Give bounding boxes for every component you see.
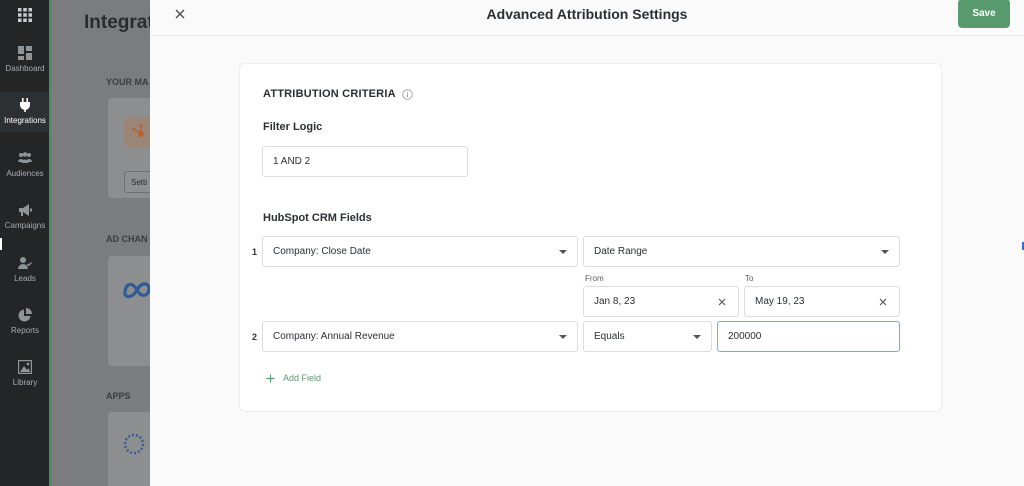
section-title-text: ATTRIBUTION CRITERIA (263, 88, 396, 100)
nav-label: Reports (10, 326, 39, 335)
to-label: To (745, 274, 754, 283)
operator-select[interactable]: Date Range (583, 236, 900, 267)
app-logo-icon (122, 432, 146, 461)
filter-logic-input[interactable]: 1 AND 2 (262, 146, 468, 177)
to-date-input[interactable]: May 19, 23 (744, 286, 900, 317)
section-title: ATTRIBUTION CRITERIA (263, 88, 413, 100)
left-nav: Dashboard Integrations Audiences Campaig… (0, 0, 50, 486)
value-input[interactable]: 200000 (717, 321, 900, 352)
nav-item-dashboard[interactable]: Dashboard (0, 46, 50, 82)
section-heading: AD CHAN (106, 234, 148, 244)
hubspot-logo-icon (124, 117, 151, 147)
nav-item-leads[interactable]: Leads (0, 256, 50, 292)
chevron-down-icon (881, 250, 889, 254)
attribution-settings-panel: Advanced Attribution Settings Save ATTRI… (150, 0, 1024, 486)
nav-label: Campaigns (4, 221, 46, 230)
plug-icon (20, 98, 30, 112)
panel-title: Advanced Attribution Settings (486, 6, 688, 22)
chevron-down-icon (693, 335, 701, 339)
section-heading: YOUR MA (106, 77, 149, 87)
select-value: Company: Close Date (273, 246, 371, 257)
from-date-value: Jan 8, 23 (594, 296, 636, 307)
select-value: Date Range (594, 246, 648, 257)
nav-item-reports[interactable]: Reports (0, 308, 50, 344)
filter-logic-label: Filter Logic (263, 121, 323, 133)
add-field-button[interactable]: Add Field (266, 373, 321, 383)
meta-logo-icon (122, 279, 151, 304)
image-icon (18, 360, 32, 374)
value-text: 200000 (728, 331, 762, 342)
row-number: 2 (252, 332, 258, 342)
crm-fields-label: HubSpot CRM Fields (263, 212, 372, 224)
clear-icon[interactable] (716, 296, 728, 308)
plus-icon (266, 374, 275, 382)
apps-grid-icon[interactable] (0, 0, 50, 30)
crm-field-select[interactable]: Company: Annual Revenue (262, 321, 578, 352)
nav-label: Dashboard (5, 64, 45, 73)
leads-icon (18, 257, 32, 269)
pie-chart-icon (18, 308, 32, 322)
operator-select[interactable]: Equals (583, 321, 712, 352)
nav-scroll-marker (0, 238, 2, 250)
select-value: Equals (594, 331, 625, 342)
nav-label: Library (12, 378, 38, 387)
panel-header: Advanced Attribution Settings Save (150, 0, 1024, 36)
nav-item-audiences[interactable]: Audiences (0, 151, 50, 187)
from-label: From (585, 274, 604, 283)
nav-label: Integrations (4, 116, 46, 125)
ad-channel-card (108, 256, 151, 366)
nav-item-library[interactable]: Library (0, 360, 50, 396)
info-icon[interactable] (401, 88, 413, 100)
dashboard-icon (18, 46, 32, 60)
settings-button[interactable]: Setti (124, 171, 151, 193)
from-date-input[interactable]: Jan 8, 23 (583, 286, 739, 317)
select-value: Company: Annual Revenue (273, 331, 395, 342)
chevron-down-icon (559, 250, 567, 254)
background-page: Integrat YOUR MA Setti AD CHAN APPS (51, 0, 151, 486)
nav-label: Leads (14, 274, 36, 283)
section-heading: APPS (106, 391, 131, 401)
megaphone-icon (19, 204, 32, 216)
clear-icon[interactable] (877, 296, 889, 308)
nav-label: Audiences (6, 169, 44, 178)
audiences-icon (18, 152, 32, 163)
save-button[interactable]: Save (958, 0, 1010, 28)
filter-logic-value: 1 AND 2 (273, 156, 311, 167)
to-date-value: May 19, 23 (755, 296, 805, 307)
page-title: Integrat (84, 12, 151, 33)
chevron-down-icon (559, 335, 567, 339)
attribution-criteria-card: ATTRIBUTION CRITERIA Filter Logic 1 AND … (239, 63, 942, 412)
row-number: 1 (252, 247, 258, 257)
crm-field-select[interactable]: Company: Close Date (262, 236, 578, 267)
nav-item-campaigns[interactable]: Campaigns (0, 203, 50, 239)
nav-item-integrations[interactable]: Integrations (0, 92, 50, 132)
add-field-label: Add Field (283, 373, 322, 383)
